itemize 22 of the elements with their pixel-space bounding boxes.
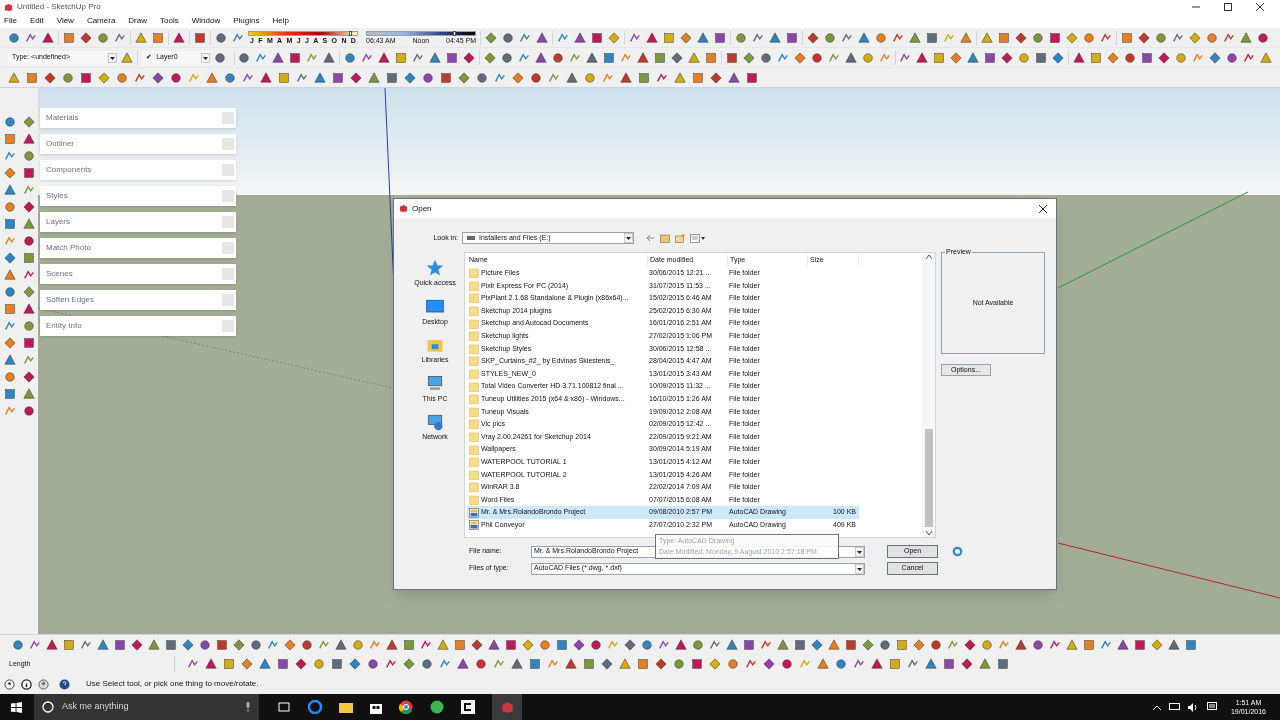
- tray-header[interactable]: Soften Edges: [40, 290, 236, 310]
- menu-item[interactable]: Camera: [86, 15, 116, 27]
- search-field[interactable]: Ask me anything: [34, 694, 259, 720]
- tray-header[interactable]: Entity Info: [40, 316, 236, 336]
- menu-item[interactable]: Help: [272, 15, 289, 27]
- menu-item[interactable]: Tools: [160, 15, 179, 27]
- tray-header[interactable]: Match Photo: [40, 238, 236, 258]
- tray-header[interactable]: Layers: [40, 212, 236, 232]
- tray-header[interactable]: Outliner: [40, 134, 236, 154]
- tray-header[interactable]: Scenes: [40, 264, 236, 284]
- dialog-title: Open: [412, 202, 432, 215]
- window-title: Untitled - SketchUp Pro: [17, 1, 101, 13]
- menu-item[interactable]: Edit: [29, 15, 44, 27]
- menu-item[interactable]: Plugins: [233, 15, 260, 27]
- status-text: Use Select tool, or pick one thing to move/rotate.: [86, 678, 259, 690]
- tray-header[interactable]: Components: [40, 160, 236, 180]
- menu-item[interactable]: File: [4, 15, 17, 27]
- tray-header[interactable]: Materials: [40, 108, 236, 128]
- menu-item[interactable]: View: [56, 15, 74, 27]
- menu-item[interactable]: Draw: [128, 15, 147, 27]
- menu-item[interactable]: Window: [191, 15, 221, 27]
- tray-header[interactable]: Styles: [40, 186, 236, 206]
